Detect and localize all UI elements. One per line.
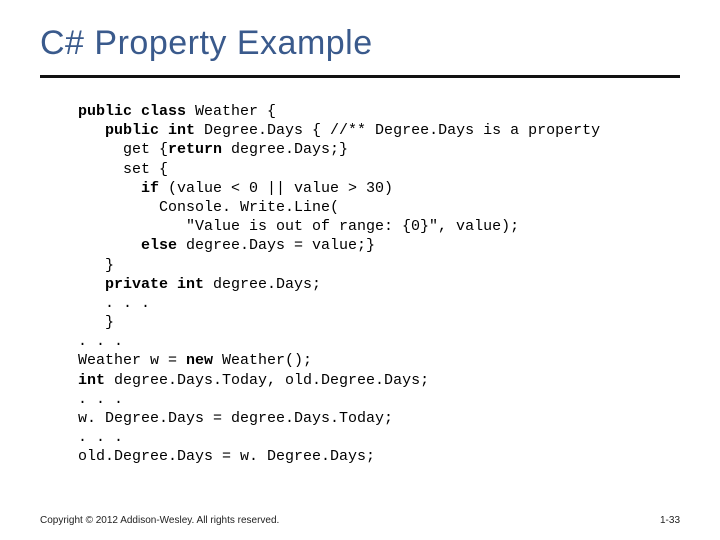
code-kw: int — [78, 372, 105, 389]
title-rule — [40, 75, 680, 78]
slide-title: C# Property Example — [40, 24, 680, 63]
code-text: . . . — [78, 391, 123, 408]
code-text: . . . — [78, 295, 150, 312]
code-text: degree.Days.Today, old.Degree.Days; — [105, 372, 429, 389]
code-text: "Value is out of range: {0}", value); — [78, 218, 519, 235]
code-text: old.Degree.Days = w. Degree.Days; — [78, 448, 375, 465]
code-text: Weather w = — [78, 352, 186, 369]
code-text: Degree.Days { //** Degree.Days is a prop… — [195, 122, 600, 139]
code-text: get { — [78, 141, 168, 158]
code-text: Weather { — [186, 103, 276, 120]
code-text: Console. Write.Line( — [78, 199, 339, 216]
code-text: set { — [78, 161, 168, 178]
code-kw: return — [168, 141, 222, 158]
code-text: (value < 0 || value > 30) — [159, 180, 393, 197]
code-kw: else — [78, 237, 177, 254]
code-kw: new — [186, 352, 213, 369]
code-kw: private int — [78, 276, 204, 293]
code-text: Weather(); — [213, 352, 312, 369]
code-text: . . . — [78, 333, 123, 350]
code-text: degree.Days = value;} — [177, 237, 375, 254]
code-kw: public int — [78, 122, 195, 139]
code-text: . . . — [78, 429, 123, 446]
code-kw: public class — [78, 103, 186, 120]
code-text: } — [78, 314, 114, 331]
code-text: degree.Days;} — [222, 141, 348, 158]
page-number: 1-33 — [660, 515, 680, 526]
slide: C# Property Example public class Weather… — [0, 0, 720, 540]
footer: Copyright © 2012 Addison-Wesley. All rig… — [40, 515, 680, 526]
code-kw: if — [78, 180, 159, 197]
code-text: degree.Days; — [204, 276, 321, 293]
code-text: } — [78, 257, 114, 274]
code-block: public class Weather { public int Degree… — [78, 102, 680, 467]
copyright-text: Copyright © 2012 Addison-Wesley. All rig… — [40, 515, 279, 526]
code-text: w. Degree.Days = degree.Days.Today; — [78, 410, 393, 427]
